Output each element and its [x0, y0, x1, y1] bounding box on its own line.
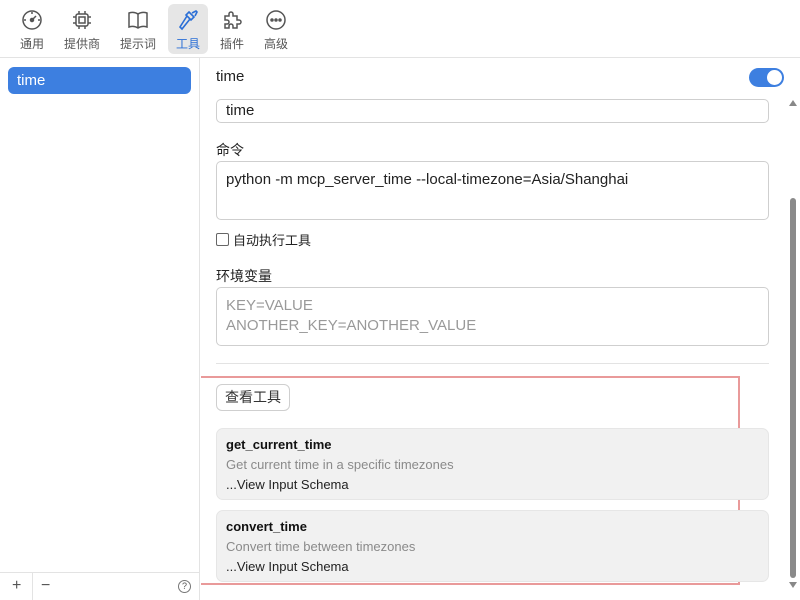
- tab-providers-label: 提供商: [63, 37, 100, 51]
- remove-server-button[interactable]: −: [41, 577, 50, 595]
- auto-exec-row[interactable]: 自动执行工具: [216, 230, 311, 249]
- view-input-schema-link[interactable]: ...View Input Schema: [226, 559, 349, 574]
- server-detail-panel: time time 命令 python -m mcp_server_time -…: [201, 58, 800, 600]
- tool-name: convert_time: [226, 519, 307, 534]
- tool-description: Convert time between timezones: [226, 539, 416, 554]
- scroll-down-arrow-icon[interactable]: [789, 582, 797, 588]
- footer-divider: [32, 573, 33, 600]
- tab-providers[interactable]: 提供商: [62, 4, 102, 54]
- vertical-scrollbar[interactable]: [786, 100, 800, 600]
- tab-tools-label: 工具: [175, 37, 200, 51]
- app-window: 通用 提供商 提示词 工具 插件 高级 time + − ? time time…: [0, 0, 800, 600]
- sidebar-footer: + − ?: [0, 572, 200, 600]
- view-input-schema-link[interactable]: ...View Input Schema: [226, 477, 349, 492]
- tab-advanced-label: 高级: [263, 37, 288, 51]
- section-divider: [216, 363, 769, 364]
- tool-card: get_current_time Get current time in a s…: [216, 428, 769, 500]
- view-tools-button[interactable]: 查看工具: [216, 384, 290, 411]
- server-title: time: [216, 68, 245, 85]
- tab-plugins[interactable]: 插件: [212, 4, 252, 54]
- tab-general-label: 通用: [19, 37, 44, 51]
- puzzle-icon: [224, 11, 242, 29]
- auto-exec-label: 自动执行工具: [233, 233, 312, 248]
- add-server-button[interactable]: +: [12, 577, 21, 595]
- env-placeholder-line1: KEY=VALUE: [226, 297, 313, 314]
- sidebar-item-time[interactable]: time: [8, 67, 191, 94]
- sidebar: time + − ?: [0, 58, 200, 600]
- chip-icon: [73, 11, 91, 29]
- tool-name: get_current_time: [226, 437, 332, 452]
- server-name-input[interactable]: time: [216, 99, 769, 123]
- hammer-icon: [178, 10, 198, 31]
- toolbar: 通用 提供商 提示词 工具 插件 高级: [0, 0, 800, 58]
- tool-card: convert_time Convert time between timezo…: [216, 510, 769, 582]
- command-label: 命令: [216, 142, 244, 158]
- tab-prompts[interactable]: 提示词: [118, 4, 158, 54]
- scroll-thumb[interactable]: [790, 198, 796, 578]
- dashboard-gauge-icon: [22, 10, 42, 30]
- more-dots-icon: [266, 10, 286, 30]
- help-icon[interactable]: ?: [178, 580, 191, 593]
- tab-general[interactable]: 通用: [12, 4, 52, 54]
- tab-prompts-label: 提示词: [119, 37, 156, 51]
- env-placeholder-line2: ANOTHER_KEY=ANOTHER_VALUE: [226, 317, 477, 334]
- enable-toggle[interactable]: [749, 68, 784, 87]
- auto-exec-checkbox[interactable]: [216, 233, 229, 246]
- scroll-up-arrow-icon[interactable]: [789, 100, 797, 106]
- command-input[interactable]: python -m mcp_server_time --local-timezo…: [216, 161, 769, 220]
- env-input[interactable]: KEY=VALUE ANOTHER_KEY=ANOTHER_VALUE: [216, 287, 769, 346]
- book-icon: [128, 11, 148, 29]
- tab-tools[interactable]: 工具: [168, 4, 208, 54]
- env-label: 环境变量: [216, 268, 272, 284]
- tab-plugins-label: 插件: [219, 37, 244, 51]
- tab-advanced[interactable]: 高级: [256, 4, 296, 54]
- tool-description: Get current time in a specific timezones: [226, 457, 454, 472]
